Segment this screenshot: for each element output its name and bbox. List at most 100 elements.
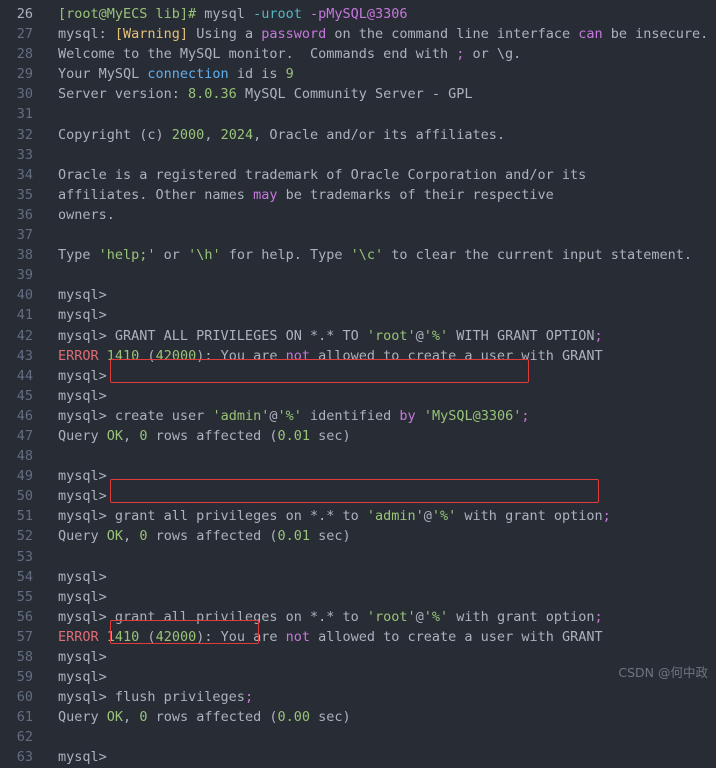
terminal-token: '%': [423, 608, 449, 625]
line-number: 62: [16, 729, 33, 746]
terminal-token: mysql>: [58, 387, 107, 404]
terminal-token: 'admin': [212, 407, 270, 424]
terminal-token: mysql> grant all privileges on *.* to: [58, 608, 367, 625]
terminal-token: for help. Type: [220, 247, 351, 264]
terminal-token: mysql>: [58, 287, 107, 304]
terminal-token: Using a: [188, 26, 262, 43]
terminal-token: identified: [301, 407, 400, 424]
line-number: 42: [16, 327, 33, 344]
terminal-token: 9: [285, 66, 294, 83]
line-number-gutter: 26 27 28 29 30 31 32 33 34 35 36 37 38 39 40 41 42 43 44 45…: [0, 0, 40, 765]
line-number: 50: [16, 488, 33, 505]
terminal-line: owners.: [58, 205, 716, 225]
terminal-token: [Warning]: [114, 26, 189, 43]
terminal-token: , Oracle and/or its affiliates.: [253, 126, 506, 143]
terminal-token: @: [415, 327, 424, 344]
line-number: 46: [16, 407, 33, 424]
terminal-token: OK: [106, 528, 124, 545]
line-number: 52: [16, 528, 33, 545]
terminal-token: 0.01: [277, 427, 311, 444]
terminal-line: mysql> grant all privileges on *.* to 'a…: [58, 506, 716, 526]
terminal-token: allowed to create a user with GRANT: [310, 347, 603, 364]
terminal-line: mysql>: [58, 486, 716, 506]
terminal-token: affiliates. Other names: [58, 186, 254, 203]
terminal-line: [root@MyECS lib]# mysql -uroot -pMySQL@3…: [58, 4, 716, 24]
terminal-token: 'admin': [366, 508, 424, 525]
line-number: 56: [16, 608, 33, 625]
line-number: 45: [16, 387, 33, 404]
terminal-line: mysql>: [58, 567, 716, 587]
line-number: 49: [16, 468, 33, 485]
terminal-token: allowed to create a user with GRANT: [310, 628, 603, 645]
line-number: 63: [16, 749, 33, 766]
line-number: 59: [16, 669, 33, 686]
terminal-token: (: [139, 347, 156, 364]
terminal-line: mysql>: [58, 366, 716, 386]
terminal-line: Query OK, 0 rows affected (0.01 sec): [58, 426, 716, 446]
terminal-token: ;: [244, 689, 254, 706]
terminal-token: ,: [204, 126, 221, 143]
line-number: 34: [16, 166, 33, 183]
terminal-token: mysql>: [58, 669, 107, 686]
terminal-token: be insecure.: [602, 26, 709, 43]
terminal-token: mysql>: [58, 649, 107, 665]
terminal-token: connection: [147, 66, 229, 83]
line-number: 47: [16, 427, 33, 444]
terminal-token: Query: [58, 709, 107, 726]
terminal-token: WITH GRANT OPTION: [448, 327, 595, 344]
terminal-token: 1410: [106, 628, 140, 645]
terminal-token: mysql> GRANT ALL PRIVILEGES ON *.* TO: [58, 327, 367, 344]
terminal-token: MySQL Community Server - GPL: [236, 86, 473, 103]
line-number: 27: [16, 26, 33, 43]
terminal-token: Query: [58, 528, 107, 545]
terminal-token: or: [155, 247, 189, 264]
terminal-token: ,: [123, 427, 140, 444]
line-number: 57: [16, 628, 33, 645]
terminal-token: by: [399, 407, 416, 424]
line-number: 31: [16, 106, 33, 123]
terminal-token: rows affected (: [147, 528, 278, 545]
terminal-token: 0.01: [277, 528, 311, 545]
terminal-token: not: [285, 628, 310, 645]
terminal-token: 'MySQL@3306': [423, 407, 522, 424]
line-number: 60: [16, 689, 33, 706]
terminal-output[interactable]: [root@MyECS lib]# mysql -uroot -pMySQL@3…: [40, 0, 716, 765]
terminal-token: ERROR: [58, 628, 99, 645]
terminal-line: mysql>: [58, 747, 716, 767]
terminal-token: ;: [594, 608, 603, 625]
terminal-line: mysql>: [58, 667, 716, 687]
terminal-line: Welcome to the MySQL monitor. Commands e…: [58, 44, 716, 64]
terminal-token: OK: [106, 427, 124, 444]
terminal-token: Query: [58, 427, 107, 444]
terminal-token: sec): [310, 709, 351, 726]
terminal-token: Welcome to the MySQL monitor. Commands e…: [58, 46, 457, 63]
terminal-token: ;: [602, 508, 611, 525]
terminal-token: '%': [423, 327, 449, 344]
terminal-token: mysql> flush privileges: [58, 689, 245, 706]
terminal-token: 2000: [171, 126, 205, 143]
terminal-token: ): You are: [196, 347, 286, 364]
terminal-token: mysql> grant all privileges on *.* to: [58, 508, 367, 525]
terminal-line: mysql>: [58, 386, 716, 406]
terminal-token: 0: [139, 709, 148, 726]
terminal-token: 42000: [155, 347, 197, 364]
line-number: 30: [16, 86, 33, 103]
terminal-token: @: [415, 608, 424, 625]
line-number: 55: [16, 588, 33, 605]
terminal-line: mysql: [Warning] Using a password on the…: [58, 24, 716, 44]
terminal-token: not: [285, 347, 310, 364]
terminal-line: mysql> grant all privileges on *.* to 'r…: [58, 607, 716, 627]
terminal-line: mysql>: [58, 305, 716, 325]
terminal-token: mysql>: [58, 468, 107, 485]
terminal-token: '%': [431, 508, 457, 525]
terminal-token: 1410: [106, 347, 140, 364]
line-number: 40: [16, 287, 33, 304]
terminal-token: 42000: [155, 628, 197, 645]
terminal-token: '%': [277, 407, 302, 424]
terminal-line: mysql> flush privileges;: [58, 687, 716, 707]
